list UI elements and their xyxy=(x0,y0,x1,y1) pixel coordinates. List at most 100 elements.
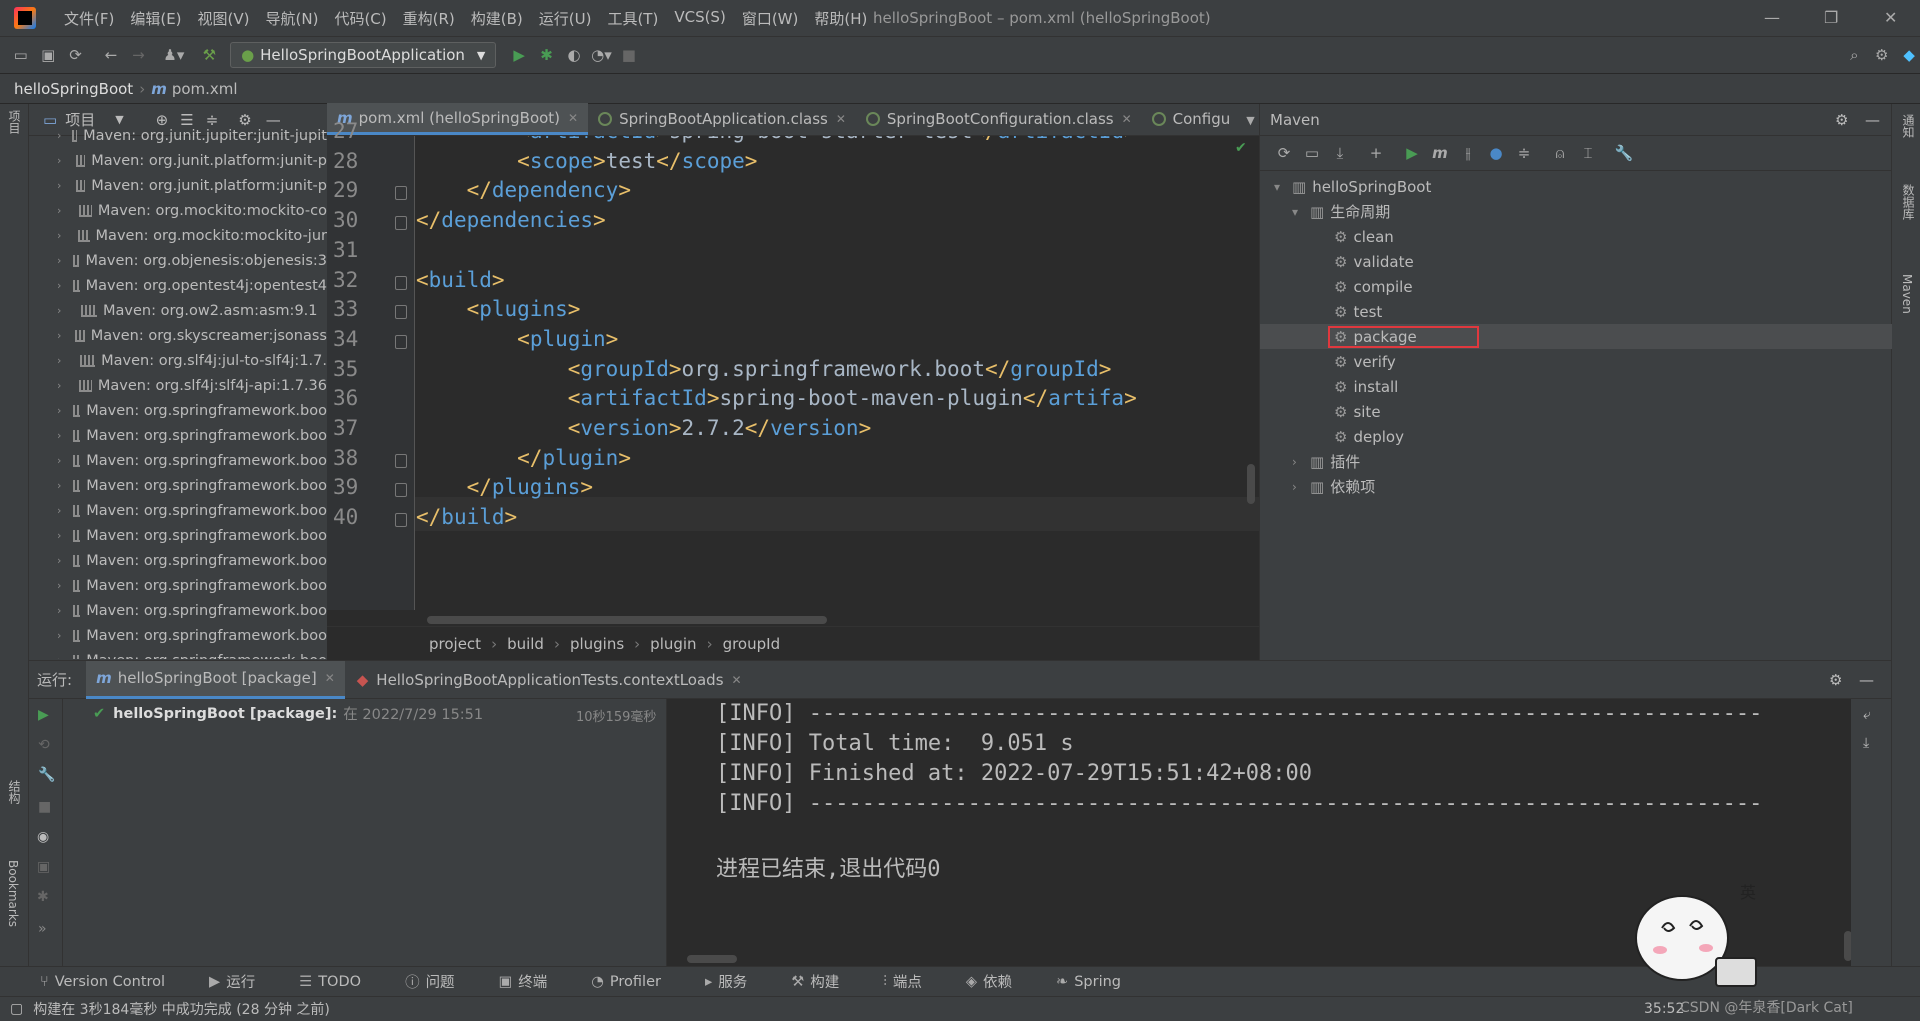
stop-icon[interactable]: ■ xyxy=(38,799,51,815)
skip-tests-icon[interactable]: ● xyxy=(1482,144,1510,162)
download-icon[interactable]: ⤓ xyxy=(1326,144,1354,162)
screenshot-icon[interactable]: ▣ xyxy=(37,859,50,875)
maven-dependencies[interactable]: › ▥ 依赖项 xyxy=(1260,474,1892,499)
collapse-all-icon[interactable]: ≑ xyxy=(1510,144,1538,162)
chevron-right-icon[interactable]: › xyxy=(57,404,63,417)
build-hammer-icon[interactable]: ⚒ xyxy=(199,43,220,67)
rerun-failed-icon[interactable]: ⟲ xyxy=(38,737,50,753)
bottom-tab[interactable]: ▸ 服务 xyxy=(705,971,771,992)
open-folder-icon[interactable]: ▭ xyxy=(10,43,31,67)
bottom-tab[interactable]: ▶ 运行 xyxy=(209,971,279,992)
chevron-right-icon[interactable]: › xyxy=(57,229,68,242)
chevron-right-icon[interactable]: › xyxy=(1292,455,1310,469)
scroll-to-end-icon[interactable]: ⤓ xyxy=(1863,735,1869,751)
editor-crumb[interactable]: plugin xyxy=(650,635,696,653)
maven-lifecycle[interactable]: ▾ ▥ 生命周期 xyxy=(1260,199,1892,224)
maven-goal[interactable]: ⚙ deploy xyxy=(1260,424,1892,449)
menu-item[interactable]: 视图(V) xyxy=(190,8,258,29)
bottom-tab[interactable]: ⫶ 端点 xyxy=(883,971,946,992)
close-icon[interactable]: ✕ xyxy=(568,111,578,125)
collapse-all-icon[interactable]: ≑ xyxy=(206,111,219,129)
chevron-right-icon[interactable]: › xyxy=(57,529,63,542)
editor-tab[interactable]: Configu xyxy=(1142,103,1241,135)
tree-row[interactable]: › Maven: org.springframework.boo xyxy=(29,648,327,659)
search-icon[interactable]: ⌕ xyxy=(1844,43,1865,67)
chevron-right-icon[interactable]: › xyxy=(57,604,63,617)
settings-gear-icon[interactable]: ⚙ xyxy=(1871,43,1892,67)
code-line[interactable]: </dependencies> xyxy=(416,208,606,232)
maven-goal[interactable]: ⚙ clean xyxy=(1260,224,1892,249)
hide-icon[interactable]: — xyxy=(1859,671,1874,689)
code-line[interactable]: <version>2.7.2</version> xyxy=(416,416,872,440)
editor-crumb[interactable]: build xyxy=(507,635,544,653)
bottom-tab[interactable]: ⑂ Version Control xyxy=(40,974,189,990)
bottom-tab[interactable]: ☰ TODO xyxy=(299,974,385,990)
chevron-right-icon[interactable]: › xyxy=(1292,480,1310,494)
tree-row[interactable]: › Maven: org.junit.platform:junit-p xyxy=(29,173,327,198)
run-icon[interactable]: ▶ xyxy=(508,43,529,67)
tree-row[interactable]: › Maven: org.springframework.boo xyxy=(29,548,327,573)
horizontal-scrollbar[interactable] xyxy=(687,955,737,963)
options-gear-icon[interactable]: ⚙ xyxy=(238,111,251,129)
menu-item[interactable]: 构建(B) xyxy=(463,8,531,29)
editor-tab[interactable]: SpringBootApplication.class ✕ xyxy=(588,103,856,135)
tree-row[interactable]: › Maven: org.springframework.boo xyxy=(29,523,327,548)
chevron-right-icon[interactable]: › xyxy=(57,629,63,642)
fold-icon[interactable] xyxy=(395,334,407,349)
menu-item[interactable]: 运行(U) xyxy=(531,8,600,29)
close-icon[interactable]: ✕ xyxy=(1122,112,1132,126)
restore-icon[interactable]: ❐ xyxy=(1824,8,1838,27)
tree-row[interactable]: › Maven: org.slf4j:jul-to-slf4j:1.7. xyxy=(29,348,327,373)
diagram-icon[interactable]: ⌶ xyxy=(1574,144,1602,162)
fold-icon[interactable] xyxy=(395,216,407,231)
code-line[interactable]: <build> xyxy=(416,268,505,292)
profile-icon[interactable]: ◔▾ xyxy=(591,43,612,67)
more-icon[interactable]: » xyxy=(38,921,47,937)
run-tab-package[interactable]: m helloSpringBoot [package] ✕ xyxy=(86,660,345,699)
code-line[interactable]: </dependency> xyxy=(416,178,631,202)
chevron-right-icon[interactable]: › xyxy=(57,179,66,192)
notifications-tool-label[interactable]: 通知 xyxy=(1900,114,1917,138)
save-icon[interactable]: ▣ xyxy=(37,43,58,67)
editor-crumb[interactable]: groupId xyxy=(723,635,781,653)
chevron-right-icon[interactable]: › xyxy=(57,379,69,392)
chevron-right-icon[interactable]: › xyxy=(57,204,69,217)
bookmarks-tool-label[interactable]: Bookmarks xyxy=(6,860,20,927)
tree-row[interactable]: › Maven: org.mockito:mockito-jur xyxy=(29,223,327,248)
chevron-down-icon[interactable]: ▼ xyxy=(1246,114,1254,127)
status-message[interactable]: 构建在 3秒184毫秒 中成功完成 (28 分钟 之前) xyxy=(33,999,330,1019)
reload-icon[interactable]: ⟳ xyxy=(1270,144,1298,162)
maven-root[interactable]: ▾ ▥ helloSpringBoot xyxy=(1260,174,1892,199)
chevron-right-icon[interactable]: › xyxy=(57,129,62,142)
back-icon[interactable]: ← xyxy=(100,43,121,67)
menu-item[interactable]: 帮助(H) xyxy=(806,8,875,29)
run-configuration-select[interactable]: ● HelloSpringBootApplication ▼ xyxy=(230,42,497,68)
bottom-tab[interactable]: ▣ 终端 xyxy=(499,971,572,992)
chevron-right-icon[interactable]: › xyxy=(57,454,63,467)
chevron-right-icon[interactable]: › xyxy=(57,504,63,517)
menu-item[interactable]: VCS(S) xyxy=(666,8,733,29)
breadcrumb-file[interactable]: pom.xml xyxy=(172,80,238,98)
bottom-tab[interactable]: ◈ 依赖 xyxy=(966,971,1036,992)
tree-row[interactable]: › Maven: org.mockito:mockito-co xyxy=(29,198,327,223)
hide-icon[interactable]: — xyxy=(266,111,281,129)
show-dependencies-icon[interactable]: ⍝ xyxy=(1546,144,1574,162)
editor-tab[interactable]: SpringBootConfiguration.class ✕ xyxy=(856,103,1142,135)
maven-goal[interactable]: ⚙ test xyxy=(1260,299,1892,324)
code-content[interactable]: <artifactId>spring-boot-starter-test</ar… xyxy=(416,136,1259,610)
database-tool-label[interactable]: 数据库 xyxy=(1900,184,1917,220)
close-icon[interactable]: ✕ xyxy=(732,673,742,687)
hide-icon[interactable]: — xyxy=(1865,111,1880,129)
editor-crumb[interactable]: plugins xyxy=(570,635,624,653)
debug-settings-icon[interactable]: ✱ xyxy=(37,889,49,905)
toggle-offline-icon[interactable]: ⫲ xyxy=(1454,144,1482,162)
maven-settings-icon[interactable]: 🔧 xyxy=(1610,144,1638,162)
stop-icon[interactable]: ■ xyxy=(618,43,639,67)
code-line[interactable]: <artifactId>spring-boot-starter-test</ar… xyxy=(416,136,1137,143)
code-line[interactable]: </plugin> xyxy=(416,446,631,470)
tree-row[interactable]: › Maven: org.springframework.boo xyxy=(29,473,327,498)
chevron-down-icon[interactable]: ▾ xyxy=(1274,180,1292,194)
menu-item[interactable]: 窗口(W) xyxy=(734,8,807,29)
fold-icon[interactable] xyxy=(395,453,407,468)
expand-all-icon[interactable]: ☰ xyxy=(180,111,193,129)
